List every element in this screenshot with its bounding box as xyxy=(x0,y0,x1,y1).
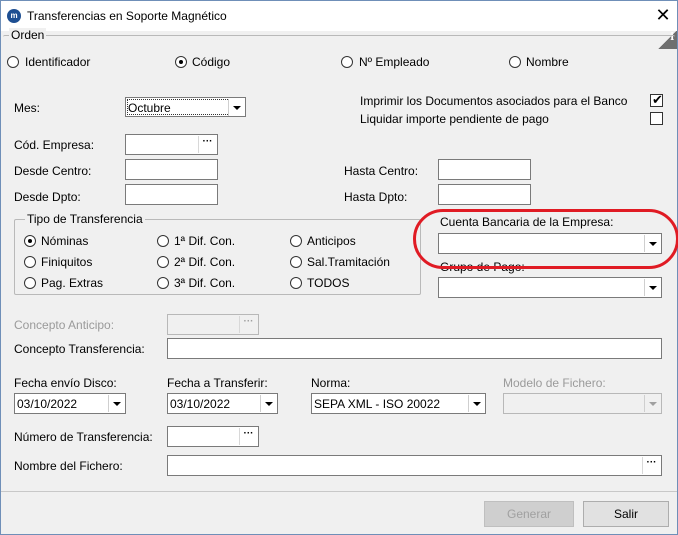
tipo-radio-2-dif-con[interactable] xyxy=(157,256,169,268)
cod-empresa-input[interactable]: ··· xyxy=(125,134,218,155)
concepto-anticipo-input: ··· xyxy=(167,314,259,335)
hasta-centro-label: Hasta Centro: xyxy=(344,164,419,178)
orden-label-codigo: Código xyxy=(192,55,231,69)
tipo-label-anticipos: Anticipos xyxy=(307,234,356,248)
nombre-fichero-input[interactable]: ··· xyxy=(167,455,662,476)
fecha-envio-value: 03/10/2022 xyxy=(17,397,78,411)
tipo-label-sal-tramitacion: Sal.Tramitación xyxy=(307,255,390,269)
chevron-down-icon[interactable] xyxy=(108,395,124,412)
tipo-transferencia-title: Tipo de Transferencia xyxy=(25,212,145,226)
checkmark-icon: ✔ xyxy=(652,92,663,107)
orden-group: Orden xyxy=(3,28,675,79)
modelo-fichero-select xyxy=(503,393,662,414)
orden-label-nombre: Nombre xyxy=(526,55,569,69)
hasta-dpto-input[interactable] xyxy=(438,184,531,205)
salir-button-label: Salir xyxy=(613,507,638,521)
orden-group-title: Orden xyxy=(9,28,47,42)
hasta-dpto-label: Hasta Dpto: xyxy=(344,190,408,204)
liquidar-importe-label: Liquidar importe pendiente de pago xyxy=(360,112,549,126)
orden-radio-nombre[interactable] xyxy=(509,56,521,68)
orden-radio-identificador[interactable] xyxy=(7,56,19,68)
tipo-label-3-dif-con: 3ª Dif. Con. xyxy=(174,276,236,290)
window-title: Transferencias en Soporte Magnético xyxy=(27,9,227,23)
tipo-radio-anticipos[interactable] xyxy=(290,235,302,247)
mes-label: Mes: xyxy=(14,101,41,115)
numero-transferencia-label: Número de Transferencia: xyxy=(14,430,153,444)
tipo-label-2-dif-con: 2ª Dif. Con. xyxy=(174,255,236,269)
tipo-radio-finiquitos[interactable] xyxy=(24,256,36,268)
orden-radio-codigo[interactable] xyxy=(175,56,187,68)
ellipsis-icon[interactable]: ··· xyxy=(198,136,216,153)
tipo-label-pag-extras: Pag. Extras xyxy=(41,276,104,290)
orden-label-identificador: Identificador xyxy=(25,55,91,69)
tipo-label-nominas: Nóminas xyxy=(41,234,89,248)
tipo-radio-pag-extras[interactable] xyxy=(24,277,36,289)
orden-radio-num-empleado[interactable] xyxy=(341,56,353,68)
mes-value: Octubre xyxy=(128,101,171,115)
title-bar: m Transferencias en Soporte Magnético ✕ xyxy=(1,1,677,31)
fecha-envio-picker[interactable]: 03/10/2022 xyxy=(14,393,126,414)
desde-dpto-input[interactable] xyxy=(125,184,218,205)
app-icon: m xyxy=(7,9,21,23)
hasta-centro-input[interactable] xyxy=(438,159,531,180)
tipo-radio-todos[interactable] xyxy=(290,277,302,289)
modelo-fichero-label: Modelo de Fichero: xyxy=(503,376,606,390)
concepto-transferencia-input[interactable] xyxy=(167,338,662,359)
ellipsis-icon: ··· xyxy=(239,316,257,333)
orden-label-num-empleado: Nº Empleado xyxy=(359,55,430,69)
cod-empresa-label: Cód. Empresa: xyxy=(14,138,95,152)
salir-button[interactable]: Salir xyxy=(583,501,669,527)
numero-transferencia-input[interactable]: ··· xyxy=(167,426,259,447)
desde-centro-input[interactable] xyxy=(125,159,218,180)
chevron-down-icon xyxy=(644,395,660,412)
tipo-label-1-dif-con: 1ª Dif. Con. xyxy=(174,234,236,248)
tipo-label-finiquitos: Finiquitos xyxy=(41,255,93,269)
tipo-label-todos: TODOS xyxy=(307,276,350,290)
imprimir-documentos-label: Imprimir los Documentos asociados para e… xyxy=(360,94,628,108)
concepto-transferencia-label: Concepto Transferencia: xyxy=(14,342,145,356)
liquidar-importe-checkbox[interactable] xyxy=(650,112,663,125)
desde-dpto-label: Desde Dpto: xyxy=(14,190,81,204)
chevron-down-icon[interactable] xyxy=(468,395,484,412)
concepto-anticipo-label: Concepto Anticipo: xyxy=(14,318,115,332)
tipo-radio-1-dif-con[interactable] xyxy=(157,235,169,247)
generar-button-label: Generar xyxy=(506,507,552,521)
close-icon[interactable]: ✕ xyxy=(653,4,673,26)
ellipsis-icon[interactable]: ··· xyxy=(642,457,660,474)
fecha-transferir-label: Fecha a Transferir: xyxy=(167,376,268,390)
chevron-down-icon[interactable] xyxy=(644,279,660,296)
mes-select[interactable]: Octubre xyxy=(125,97,246,117)
ellipsis-icon[interactable]: ··· xyxy=(239,428,257,445)
tipo-radio-3-dif-con[interactable] xyxy=(157,277,169,289)
imprimir-documentos-checkbox[interactable]: ✔ xyxy=(650,92,663,107)
chevron-down-icon[interactable] xyxy=(260,395,276,412)
fecha-transferir-value: 03/10/2022 xyxy=(170,397,231,411)
footer-divider xyxy=(1,491,677,492)
chevron-down-icon[interactable] xyxy=(228,99,244,116)
norma-value: SEPA XML - ISO 20022 xyxy=(314,397,441,411)
norma-label: Norma: xyxy=(311,376,351,390)
nombre-fichero-label: Nombre del Fichero: xyxy=(14,459,123,473)
grupo-pago-select[interactable] xyxy=(438,277,662,298)
generar-button[interactable]: Generar xyxy=(484,501,574,527)
annotation-highlight xyxy=(413,209,678,269)
desde-centro-label: Desde Centro: xyxy=(14,164,92,178)
tipo-radio-sal-tramitacion[interactable] xyxy=(290,256,302,268)
dialog-window: m Transferencias en Soporte Magnético ✕ … xyxy=(0,0,678,535)
fecha-envio-label: Fecha envío Disco: xyxy=(14,376,117,390)
norma-select[interactable]: SEPA XML - ISO 20022 xyxy=(311,393,486,414)
fecha-transferir-picker[interactable]: 03/10/2022 xyxy=(167,393,278,414)
tipo-radio-nominas[interactable] xyxy=(24,235,36,247)
